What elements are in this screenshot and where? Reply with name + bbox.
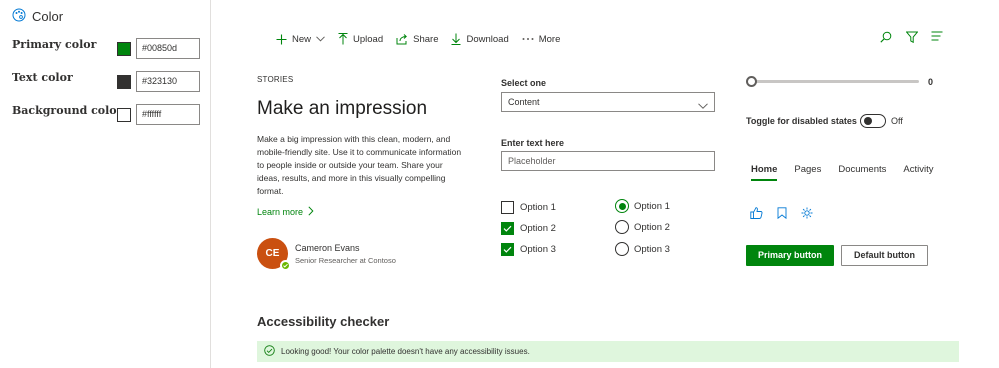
learn-more-link[interactable]: Learn more — [257, 206, 314, 218]
accessibility-message: Looking good! Your color palette doesn't… — [281, 347, 530, 356]
text-color-label: Text color — [12, 71, 73, 84]
hero-body-text: Make a big impression with this clean, m… — [257, 134, 462, 196]
toggle-state-text: Off — [891, 116, 903, 126]
new-label: New — [292, 33, 312, 45]
new-button[interactable]: New — [276, 34, 325, 45]
share-icon — [396, 33, 408, 45]
checkbox-label: Option 1 — [520, 202, 556, 213]
persona-card: CE Cameron Evans Senior Researcher at Co… — [257, 238, 396, 271]
toggle-knob — [864, 117, 872, 125]
default-button[interactable]: Default button — [841, 245, 928, 266]
radio-option-1[interactable]: Option 1 — [615, 199, 670, 213]
upload-icon — [338, 33, 348, 45]
text-field-label: Enter text here — [501, 138, 565, 148]
tab-documents[interactable]: Documents — [838, 164, 886, 181]
download-icon — [451, 33, 461, 45]
radio-option-3[interactable]: Option 3 — [615, 242, 670, 256]
color-panel-title: Color — [32, 9, 64, 24]
sun-icon[interactable] — [801, 207, 813, 222]
primary-button[interactable]: Primary button — [746, 245, 834, 266]
checkbox[interactable] — [501, 201, 514, 214]
filter-button[interactable] — [905, 31, 919, 46]
upload-label: Upload — [353, 33, 384, 45]
background-color-label: Background color — [12, 104, 123, 117]
bookmark-icon[interactable] — [777, 207, 787, 222]
persona-name: Cameron Evans — [295, 242, 360, 253]
chevron-right-icon — [308, 206, 314, 218]
section-eyebrow: STORIES — [257, 75, 294, 84]
background-color-swatch[interactable] — [117, 108, 131, 122]
content-dropdown[interactable]: Content — [501, 92, 715, 112]
background-color-input[interactable]: #ffffff — [136, 104, 200, 125]
upload-button[interactable]: Upload — [338, 33, 383, 45]
tab-home[interactable]: Home — [751, 164, 778, 181]
radio-button[interactable] — [615, 220, 629, 234]
checkbox-option-3[interactable]: Option 3 — [501, 243, 556, 256]
radio-label: Option 1 — [634, 200, 670, 212]
tab-pages[interactable]: Pages — [794, 164, 821, 181]
ellipsis-icon — [522, 37, 534, 41]
radio-button[interactable] — [615, 199, 629, 213]
radio-label: Option 2 — [634, 221, 670, 233]
presence-badge — [280, 260, 291, 271]
accessibility-checker-title: Accessibility checker — [257, 314, 390, 329]
icon-button-row — [750, 207, 813, 222]
checkbox-label: Option 3 — [520, 244, 556, 255]
slider-thumb[interactable] — [746, 76, 757, 87]
checkbox-label: Option 2 — [520, 223, 556, 234]
learn-more-label: Learn more — [257, 207, 304, 217]
radio-label: Option 3 — [634, 243, 670, 255]
checkbox-option-1[interactable]: Option 1 — [501, 201, 556, 214]
accessibility-message-bar: Looking good! Your color palette doesn't… — [257, 341, 959, 362]
checkmark-icon — [503, 246, 512, 253]
color-panel: Color Primary color #00850d Text color #… — [0, 0, 211, 368]
plus-icon — [276, 34, 287, 45]
toggle-label: Toggle for disabled states — [746, 116, 857, 126]
disabled-states-toggle[interactable] — [860, 114, 886, 128]
palette-icon — [12, 8, 26, 25]
search-button[interactable] — [880, 31, 892, 46]
pivot-tabs: Home Pages Documents Activity — [751, 164, 951, 181]
like-icon[interactable] — [750, 207, 763, 222]
download-label: Download — [466, 33, 509, 45]
tab-activity[interactable]: Activity — [903, 164, 933, 181]
chevron-down-icon — [698, 97, 708, 115]
dropdown-value: Content — [508, 97, 540, 107]
select-label: Select one — [501, 78, 547, 88]
view-options-button[interactable] — [931, 31, 943, 44]
primary-color-input[interactable]: #00850d — [136, 38, 200, 59]
filter-icon — [905, 31, 919, 46]
hero-headline: Make an impression — [257, 98, 428, 119]
slider-value: 0 — [928, 77, 934, 87]
persona-role: Senior Researcher at Contoso — [295, 255, 396, 265]
list-icon — [931, 31, 943, 44]
download-button[interactable]: Download — [451, 33, 509, 45]
chevron-down-icon — [316, 36, 325, 42]
more-label: More — [538, 33, 561, 45]
text-input[interactable]: Placeholder — [501, 151, 715, 171]
command-bar: New Upload Share Download More — [276, 31, 573, 47]
checkbox[interactable] — [501, 222, 514, 235]
checkbox[interactable] — [501, 243, 514, 256]
avatar: CE — [257, 238, 291, 271]
more-button[interactable]: More — [522, 33, 561, 45]
text-color-row: Text color #323130 — [12, 71, 202, 93]
search-icon — [880, 31, 892, 46]
text-color-swatch[interactable] — [117, 75, 131, 89]
primary-color-row: Primary color #00850d — [12, 38, 202, 60]
checkmark-icon — [503, 225, 512, 232]
primary-color-label: Primary color — [12, 38, 97, 51]
avatar-initials: CE — [265, 248, 280, 259]
background-color-row: Background color #ffffff — [12, 104, 202, 126]
checkbox-option-2[interactable]: Option 2 — [501, 222, 556, 235]
color-panel-header: Color — [12, 8, 63, 25]
text-color-input[interactable]: #323130 — [136, 71, 200, 92]
slider-track[interactable] — [750, 80, 919, 83]
radio-button[interactable] — [615, 242, 629, 256]
radio-option-2[interactable]: Option 2 — [615, 220, 670, 234]
check-circle-icon — [264, 345, 275, 358]
share-label: Share — [413, 33, 439, 45]
share-button[interactable]: Share — [396, 34, 438, 45]
primary-color-swatch[interactable] — [117, 42, 131, 56]
